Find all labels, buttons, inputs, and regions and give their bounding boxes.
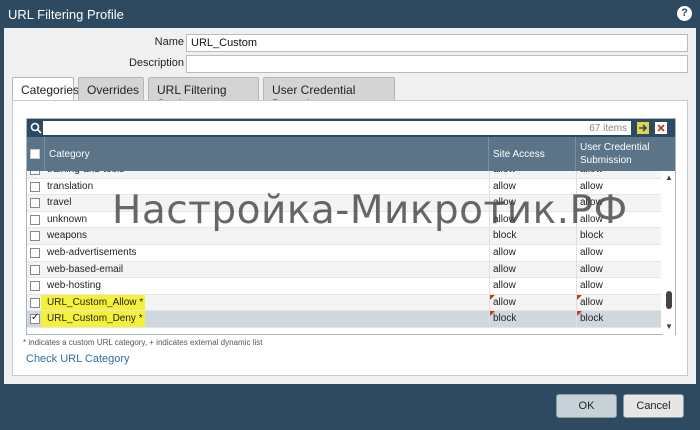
name-label: Name [154, 36, 184, 48]
user-credential-header-line2: Submission [580, 155, 632, 166]
category-column-header[interactable]: Category [45, 137, 489, 171]
row-checkbox[interactable] [30, 198, 40, 209]
row-checkbox[interactable] [30, 248, 40, 258]
table-row[interactable]: web-based-email allow allow [27, 261, 661, 279]
site-access-cell[interactable]: allow [493, 280, 516, 291]
categories-panel: Category Site Access User Credential Sub… [12, 100, 688, 376]
tab-overrides[interactable]: Overrides [78, 77, 144, 101]
name-row: Name [4, 34, 696, 52]
description-input[interactable] [186, 55, 688, 73]
user-credential-cell[interactable]: allow [580, 171, 603, 175]
table-row[interactable]: URL_Custom_Allow * allow allow [27, 294, 661, 312]
name-input[interactable] [186, 34, 688, 52]
category-cell: web-based-email [47, 263, 124, 275]
site-access-cell[interactable]: allow [493, 171, 516, 175]
category-cell: translation [47, 180, 94, 192]
grid-scrollbar[interactable]: ▲ ▼ [663, 171, 675, 335]
scroll-thumb[interactable] [666, 291, 672, 309]
tab-url-filtering-settings[interactable]: URL Filtering Settings [148, 77, 259, 111]
category-header-label: Category [49, 149, 90, 160]
close-icon [657, 124, 665, 132]
table-row[interactable]: URL_Custom_Deny * block block [27, 311, 661, 328]
clear-filter-button[interactable] [655, 122, 667, 134]
tab-categories[interactable]: Categories [12, 77, 79, 102]
category-cell: weapons [47, 230, 88, 242]
grid-header: Category Site Access User Credential Sub… [27, 137, 675, 171]
scroll-up-icon[interactable]: ▲ [665, 173, 673, 182]
category-cell: training-and-tools [47, 171, 124, 175]
select-all-checkbox[interactable] [30, 149, 40, 159]
user-credential-header-line1: User Credential [580, 142, 650, 153]
url-filtering-profile-dialog: URL Filtering Profile ? Name Description… [0, 0, 700, 430]
category-cell: URL_Custom_Allow * [47, 296, 144, 308]
site-access-cell[interactable]: block [493, 313, 516, 324]
row-checkbox[interactable] [30, 181, 40, 192]
legend-note: * indicates a custom URL category, + ind… [23, 338, 263, 347]
table-row[interactable]: web-hosting allow allow [27, 278, 661, 295]
site-access-column-header[interactable]: Site Access [489, 137, 576, 171]
watermark: Настройка-Микротик.РФ [112, 188, 628, 233]
description-row: Description [4, 55, 696, 73]
category-cell: URL_Custom_Deny * [47, 313, 143, 325]
user-credential-cell[interactable]: allow [580, 247, 603, 258]
category-cell: unknown [47, 213, 88, 225]
row-checkbox[interactable] [30, 312, 40, 325]
select-all-header [27, 137, 45, 171]
site-access-header-label: Site Access [493, 149, 545, 160]
row-checkbox[interactable] [30, 231, 40, 242]
category-cell: travel [47, 197, 72, 209]
site-access-cell[interactable]: allow [493, 264, 516, 275]
user-credential-cell[interactable]: allow [580, 264, 603, 275]
search-icon [30, 122, 42, 134]
user-credential-cell[interactable]: allow [580, 280, 603, 291]
ok-button[interactable]: OK [556, 394, 617, 418]
check-url-category-link[interactable]: Check URL Category [26, 353, 130, 365]
row-checkbox[interactable] [30, 214, 40, 225]
row-checkbox[interactable] [30, 264, 40, 275]
site-access-cell[interactable]: allow [493, 297, 516, 308]
user-credential-column-header[interactable]: User Credential Submission [576, 137, 675, 171]
scroll-down-icon[interactable]: ▼ [665, 322, 673, 331]
row-checkbox[interactable] [30, 281, 40, 292]
site-access-cell[interactable]: allow [493, 247, 516, 258]
help-icon[interactable]: ? [677, 6, 692, 21]
row-checkbox[interactable] [30, 297, 40, 308]
category-cell: web-hosting [47, 280, 101, 292]
grid-searchbar [27, 119, 675, 137]
apply-filter-button[interactable] [637, 122, 649, 134]
user-credential-cell[interactable]: block [580, 313, 603, 324]
description-label: Description [128, 57, 184, 69]
dialog-title: URL Filtering Profile [8, 7, 124, 22]
titlebar: URL Filtering Profile ? [0, 0, 700, 28]
filter-input[interactable] [43, 121, 631, 135]
table-row[interactable]: web-advertisements allow allow [27, 245, 661, 262]
tab-user-credential-detection[interactable]: User Credential Detection [263, 77, 395, 111]
category-cell: web-advertisements [47, 247, 137, 258]
arrow-right-icon [639, 124, 648, 132]
row-checkbox[interactable] [30, 171, 40, 175]
table-row[interactable]: training-and-tools allow allow [27, 171, 661, 179]
user-credential-cell[interactable]: allow [580, 297, 603, 308]
cancel-button[interactable]: Cancel [623, 394, 684, 418]
